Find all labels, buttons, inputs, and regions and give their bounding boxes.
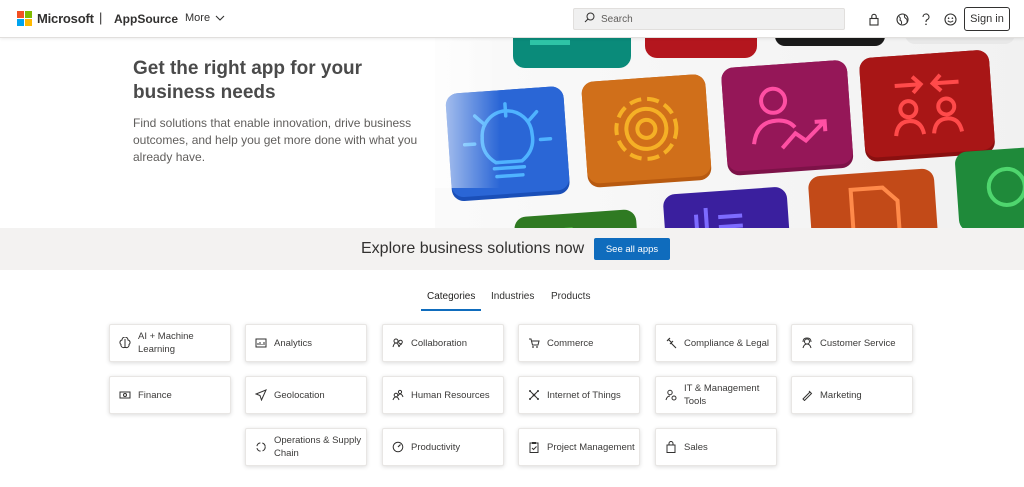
category-label: Sales — [684, 441, 708, 453]
feedback-smiley-icon[interactable] — [942, 11, 958, 27]
category-label: Compliance & Legal — [684, 337, 770, 349]
category-card-geolocation[interactable]: Geolocation — [245, 376, 367, 414]
category-label: Marketing — [820, 389, 862, 401]
category-card-project-management[interactable]: Project Management — [518, 428, 640, 466]
hero-subtitle: Find solutions that enable innovation, d… — [133, 116, 418, 164]
headset-icon — [801, 337, 813, 349]
brand-separator: | — [99, 10, 103, 25]
ai-brain-icon — [119, 337, 131, 349]
sign-in-button[interactable]: Sign in — [964, 7, 1010, 31]
category-card-finance[interactable]: Finance — [109, 376, 231, 414]
category-label: IT & Management Tools — [684, 383, 760, 407]
globe-icon[interactable] — [894, 11, 910, 27]
analytics-icon — [255, 337, 267, 349]
tab-industries[interactable]: Industries — [491, 291, 534, 309]
cycle-icon — [255, 441, 267, 453]
hero-banner: Get the right app for your business need… — [0, 38, 1024, 228]
product-name[interactable]: AppSource — [114, 12, 178, 26]
see-all-apps-button[interactable]: See all apps — [594, 238, 670, 260]
people-icon — [392, 389, 404, 401]
top-header: Microsoft | AppSource More Sign in — [0, 0, 1024, 38]
category-card-it-management-tools[interactable]: IT & Management Tools — [655, 376, 777, 414]
clipboard-icon — [528, 441, 540, 453]
category-card-commerce[interactable]: Commerce — [518, 324, 640, 362]
more-label: More — [185, 12, 211, 24]
category-card-compliance-legal[interactable]: Compliance & Legal — [655, 324, 777, 362]
tab-categories[interactable]: Categories — [421, 291, 482, 311]
category-card-internet-of-things[interactable]: Internet of Things — [518, 376, 640, 414]
person-settings-icon — [665, 389, 677, 401]
iot-icon — [528, 389, 540, 401]
category-label: Geolocation — [274, 389, 325, 401]
speedometer-icon — [392, 441, 404, 453]
help-icon[interactable] — [918, 11, 934, 27]
explore-banner: Explore business solutions now See all a… — [0, 228, 1024, 270]
category-label: Human Resources — [411, 389, 490, 401]
category-label: Commerce — [547, 337, 594, 349]
shopping-bag-icon — [665, 441, 677, 453]
more-menu-button[interactable]: More — [185, 12, 225, 24]
category-card-analytics[interactable]: Analytics — [245, 324, 367, 362]
chevron-down-icon — [215, 12, 225, 24]
location-arrow-icon — [255, 389, 267, 401]
category-label: AI + Machine Learning — [138, 331, 194, 355]
category-card-human-resources[interactable]: Human Resources — [382, 376, 504, 414]
category-card-operations-supply-chain[interactable]: Operations & Supply Chain — [245, 428, 367, 466]
collaboration-icon — [392, 337, 404, 349]
category-label: Customer Service — [820, 337, 896, 349]
category-label: Project Management — [547, 441, 635, 453]
money-icon — [119, 389, 131, 401]
category-label: Analytics — [274, 337, 313, 349]
hero-app-tiles-image — [435, 38, 1024, 228]
category-card-productivity[interactable]: Productivity — [382, 428, 504, 466]
microsoft-logo-icon[interactable] — [17, 11, 33, 27]
search-input[interactable] — [601, 13, 821, 25]
category-card-customer-service[interactable]: Customer Service — [791, 324, 913, 362]
category-label: Internet of Things — [547, 389, 621, 401]
brand-name[interactable]: Microsoft — [37, 11, 94, 26]
cart-icon — [528, 337, 540, 349]
lock-icon[interactable] — [866, 11, 882, 27]
marketing-icon — [801, 389, 813, 401]
gavel-icon — [665, 337, 677, 349]
category-label: Operations & Supply Chain — [274, 435, 362, 459]
search-icon — [584, 10, 595, 28]
explore-heading: Explore business solutions now — [361, 240, 585, 257]
category-label: Collaboration — [411, 337, 467, 349]
tab-products[interactable]: Products — [551, 291, 590, 309]
category-card-collaboration[interactable]: Collaboration — [382, 324, 504, 362]
category-card-marketing[interactable]: Marketing — [791, 376, 913, 414]
search-box[interactable] — [573, 8, 845, 30]
category-label: Productivity — [411, 441, 461, 453]
category-card-ai-machine-learning[interactable]: AI + Machine Learning — [109, 324, 231, 362]
category-card-sales[interactable]: Sales — [655, 428, 777, 466]
hero-title: Get the right app for your business need… — [133, 58, 363, 103]
category-label: Finance — [138, 389, 172, 401]
